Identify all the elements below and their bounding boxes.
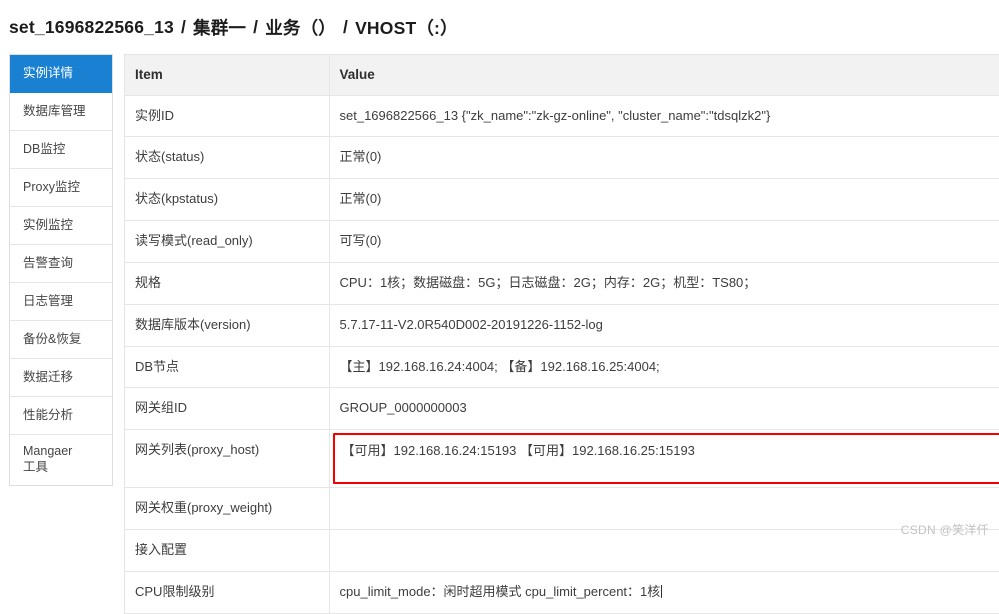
sidebar-item-5[interactable]: 告警查询 (10, 245, 112, 283)
cell-value: cpu_limit_mode：闲时超用模式 cpu_limit_percent：… (329, 571, 999, 613)
page-layout: 实例详情数据库管理 DB监控 Proxy监控实例监控告警查询日志管理备份&恢复数据迁… (0, 54, 999, 614)
cell-item: 数据库版本(version) (125, 304, 329, 346)
sidebar-item-4[interactable]: 实例监控 (10, 207, 112, 245)
table-row: 网关权重(proxy_weight) (125, 488, 999, 530)
table-row: CPU限制级别 cpu_limit_mode：闲时超用模式 cpu_limit_p… (125, 571, 999, 613)
sidebar-item-label: Proxy监控 (23, 180, 80, 196)
text-caret (661, 585, 662, 598)
sidebar-item-label: 实例监控 (23, 218, 73, 234)
cell-item: 状态(kpstatus) (125, 179, 329, 221)
instance-detail-panel: Item Value 实例ID set_1696822566_13 {"zk_na… (124, 54, 999, 614)
sidebar-item-label-line2: 工具 (23, 460, 48, 476)
cell-item: 状态(status) (125, 137, 329, 179)
cell-value: 正常(0) (329, 137, 999, 179)
cell-value: 【可用】192.168.16.24:15193 【可用】192.168.16.2… (329, 430, 999, 488)
cell-item: DB节点 (125, 346, 329, 388)
cell-value-text: 【主】192.168.16.24:4004; 【备】192.168.16.25:… (340, 359, 660, 374)
sidebar-item-label: 日志管理 (23, 294, 73, 310)
table-row: 状态(kpstatus) 正常(0) (125, 179, 999, 221)
table-row: 接入配置 (125, 530, 999, 572)
cell-value-text: 5.7.17-11-V2.0R540D002-20191226-1152-log (340, 317, 603, 332)
cell-item: 网关权重(proxy_weight) (125, 488, 329, 530)
instance-detail-table: Item Value 实例ID set_1696822566_13 {"zk_na… (125, 55, 999, 614)
cell-value: set_1696822566_13 {"zk_name":"zk-gz-onli… (329, 95, 999, 137)
table-row: 数据库版本(version) 5.7.17-11-V2.0R540D002-201… (125, 304, 999, 346)
cell-value-text: CPU：1核；数据磁盘：5G；日志磁盘：2G；内存：2G；机型：TS80； (340, 275, 757, 290)
watermark: CSDN @笑洋仟 (901, 521, 989, 538)
cell-value-text: 【可用】192.168.16.24:15193 【可用】192.168.16.2… (342, 443, 695, 458)
column-header-item: Item (125, 55, 329, 95)
table-row: 读写模式(read_only) 可写(0) (125, 221, 999, 263)
cell-item: 网关列表(proxy_host) (125, 430, 329, 488)
table-row: 状态(status) 正常(0) (125, 137, 999, 179)
sidebar-item-9[interactable]: 性能分析 (10, 397, 112, 435)
sidebar-item-1[interactable]: 数据库管理 (10, 93, 112, 131)
sidebar-item-2[interactable]: DB监控 (10, 131, 112, 169)
cell-value (329, 488, 999, 530)
sidebar-item-label: 数据库管理 (23, 104, 86, 120)
cell-value: 可写(0) (329, 221, 999, 263)
cell-value-text: set_1696822566_13 {"zk_name":"zk-gz-onli… (340, 108, 771, 123)
breadcrumb-item-1[interactable]: 集群一 (193, 15, 246, 40)
cell-value: CPU：1核；数据磁盘：5G；日志磁盘：2G；内存：2G；机型：TS80； (329, 262, 999, 304)
cell-item: 网关组ID (125, 388, 329, 430)
table-header-row: Item Value (125, 55, 999, 95)
cell-item: 读写模式(read_only) (125, 221, 329, 263)
breadcrumb-item-0[interactable]: set_1696822566_13 (9, 17, 174, 38)
column-header-value: Value (329, 55, 999, 95)
breadcrumb-item-3[interactable]: VHOST（:） (355, 15, 458, 40)
table-row: 实例ID set_1696822566_13 {"zk_name":"zk-gz-… (125, 95, 999, 137)
sidebar-item-label: Mangaer (23, 444, 72, 460)
cell-value (329, 530, 999, 572)
cell-value: GROUP_0000000003 (329, 388, 999, 430)
table-header: Item Value (125, 55, 999, 95)
breadcrumb-separator: / (181, 17, 186, 38)
highlight-box: 【可用】192.168.16.24:15193 【可用】192.168.16.2… (333, 433, 999, 484)
cell-value-text: cpu_limit_mode：闲时超用模式 cpu_limit_percent：… (340, 584, 661, 599)
breadcrumb-separator: / (343, 17, 348, 38)
sidebar-item-7[interactable]: 备份&恢复 (10, 321, 112, 359)
cell-value-text: 正常(0) (340, 191, 382, 206)
sidebar-item-0[interactable]: 实例详情 (10, 55, 112, 93)
cell-item: 实例ID (125, 95, 329, 137)
sidebar-item-label: DB监控 (23, 142, 65, 158)
sidebar-item-label: 告警查询 (23, 256, 73, 272)
table-row: DB节点【主】192.168.16.24:4004; 【备】192.168.16… (125, 346, 999, 388)
cell-item: 接入配置 (125, 530, 329, 572)
table-row: 网关组ID GROUP_0000000003 (125, 388, 999, 430)
sidebar-item-label: 实例详情 (23, 66, 73, 82)
breadcrumb-item-2[interactable]: 业务（） (265, 15, 336, 40)
sidebar-item-6[interactable]: 日志管理 (10, 283, 112, 321)
sidebar-item-label: 性能分析 (23, 408, 73, 424)
sidebar: 实例详情数据库管理 DB监控 Proxy监控实例监控告警查询日志管理备份&恢复数据迁… (9, 54, 113, 486)
cell-value: 5.7.17-11-V2.0R540D002-20191226-1152-log (329, 304, 999, 346)
cell-value-text: GROUP_0000000003 (340, 400, 467, 415)
sidebar-item-label: 数据迁移 (23, 370, 73, 386)
table-body: 实例ID set_1696822566_13 {"zk_name":"zk-gz-… (125, 95, 999, 613)
table-row: 网关列表(proxy_host) 【可用】192.168.16.24:15193 … (125, 430, 999, 488)
breadcrumb: set_1696822566_13 / 集群一 / 业务（） / VHOST（:） (0, 0, 999, 54)
cell-item: 规格 (125, 262, 329, 304)
cell-value-text: 正常(0) (340, 149, 382, 164)
breadcrumb-separator: / (253, 17, 258, 38)
sidebar-item-label: 备份&恢复 (23, 332, 81, 348)
cell-value-text: 可写(0) (340, 233, 382, 248)
cell-item: CPU限制级别 (125, 571, 329, 613)
sidebar-item-3[interactable]: Proxy监控 (10, 169, 112, 207)
sidebar-item-10[interactable]: Mangaer工具 (10, 435, 112, 485)
cell-value: 【主】192.168.16.24:4004; 【备】192.168.16.25:… (329, 346, 999, 388)
cell-value: 正常(0) (329, 179, 999, 221)
table-row: 规格 CPU：1核；数据磁盘：5G；日志磁盘：2G；内存：2G；机型：TS80； (125, 262, 999, 304)
sidebar-item-8[interactable]: 数据迁移 (10, 359, 112, 397)
